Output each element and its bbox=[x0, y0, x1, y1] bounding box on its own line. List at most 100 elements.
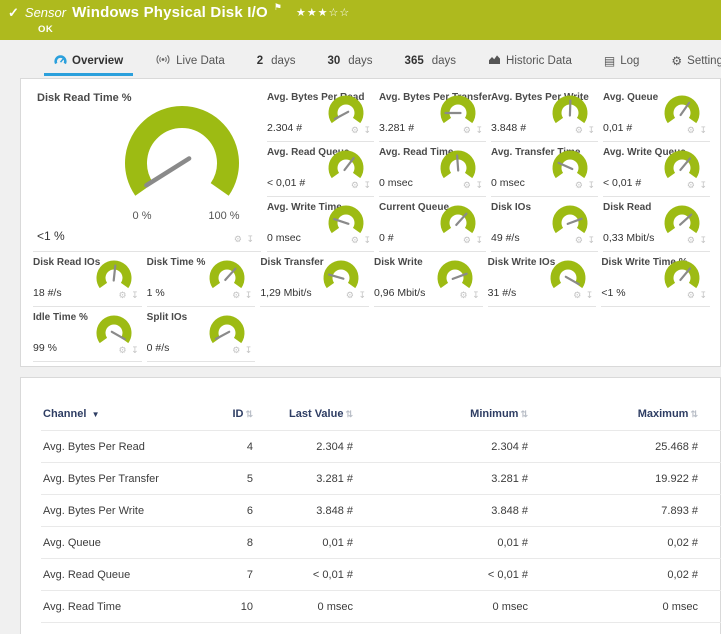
column-header-minimum[interactable]: Minimum⇅ bbox=[470, 408, 528, 420]
pin-icon[interactable]: ↧ bbox=[363, 180, 372, 190]
gear-icon[interactable]: ⚙ bbox=[573, 290, 582, 300]
area-chart-icon bbox=[488, 54, 501, 67]
gear-icon[interactable]: ⚙ bbox=[346, 290, 355, 300]
tab-30-days[interactable]: 30 days bbox=[317, 51, 382, 76]
gauge-value: 1 % bbox=[147, 287, 165, 299]
column-header-maximum[interactable]: Maximum⇅ bbox=[638, 408, 698, 420]
channel-minimum: < 0,01 # bbox=[359, 559, 534, 591]
pin-icon[interactable]: ↧ bbox=[587, 235, 596, 245]
pin-icon[interactable]: ↧ bbox=[587, 180, 596, 190]
rating-stars[interactable]: ★★★☆☆ bbox=[296, 6, 350, 19]
pin-icon[interactable]: ↧ bbox=[699, 125, 708, 135]
tab-label: Log bbox=[620, 55, 639, 67]
gear-icon[interactable]: ⚙ bbox=[351, 180, 360, 190]
tab-day-count: 30 bbox=[327, 55, 340, 67]
channel-maximum: 0,02 # bbox=[534, 559, 704, 591]
gear-icon[interactable]: ⚙ bbox=[575, 235, 584, 245]
channel-maximum: 0 msec bbox=[534, 623, 704, 634]
pin-icon[interactable]: ↧ bbox=[586, 290, 595, 300]
column-header-last-value[interactable]: Last Value⇅ bbox=[289, 408, 353, 420]
channel-minimum: 0 msec bbox=[359, 591, 534, 623]
tab-day-count: 2 bbox=[257, 55, 263, 67]
channel-name[interactable]: Avg. Queue bbox=[43, 537, 101, 549]
pin-icon[interactable]: ↧ bbox=[245, 345, 254, 355]
gauge-label: Split IOs bbox=[147, 312, 188, 323]
pin-icon[interactable]: ↧ bbox=[475, 180, 484, 190]
gear-icon[interactable]: ⚙ bbox=[687, 235, 696, 245]
gear-icon[interactable]: ⚙ bbox=[119, 290, 128, 300]
gauge-label: Disk Read bbox=[603, 202, 651, 213]
gear-icon[interactable]: ⚙ bbox=[351, 235, 360, 245]
pin-icon[interactable]: ↧ bbox=[246, 234, 255, 244]
gear-icon[interactable]: ⚙ bbox=[687, 180, 696, 190]
channel-last-value: 0 msec bbox=[259, 591, 359, 623]
pin-icon[interactable]: ↧ bbox=[587, 125, 596, 135]
broadcast-icon bbox=[155, 54, 171, 67]
pin-icon[interactable]: ↧ bbox=[699, 290, 708, 300]
gauge-tile: Disk Write 0,96 Mbit/s ⚙ ↧ bbox=[374, 252, 483, 307]
channel-last-value: 0,01 # bbox=[259, 527, 359, 559]
pin-icon[interactable]: ↧ bbox=[131, 345, 140, 355]
gauge-label: Avg. Queue bbox=[603, 92, 658, 103]
channel-name[interactable]: Avg. Bytes Per Write bbox=[43, 505, 144, 517]
channel-name[interactable]: Avg. Bytes Per Transfer bbox=[43, 473, 159, 485]
pin-icon[interactable]: ↧ bbox=[363, 235, 372, 245]
tab-2-days[interactable]: 2 days bbox=[247, 51, 306, 76]
gauge-value: 99 % bbox=[33, 342, 57, 354]
gauge-value: 1,29 Mbit/s bbox=[260, 287, 311, 299]
gear-icon[interactable]: ⚙ bbox=[687, 125, 696, 135]
tab-historic-data[interactable]: Historic Data bbox=[478, 50, 582, 76]
gauge-value: <1 % bbox=[37, 229, 65, 243]
channel-maximum: 25.468 # bbox=[534, 431, 704, 463]
gear-icon[interactable]: ⚙ bbox=[351, 125, 360, 135]
gear-icon[interactable]: ⚙ bbox=[460, 290, 469, 300]
pin-icon[interactable]: ↧ bbox=[131, 290, 140, 300]
channel-maximum: 0 msec bbox=[534, 591, 704, 623]
gauge-tile: Avg. Queue 0,01 # ⚙ ↧ bbox=[603, 87, 710, 142]
gear-icon[interactable]: ⚙ bbox=[463, 235, 472, 245]
channel-minimum: 0 msec bbox=[359, 623, 534, 634]
tab-overview[interactable]: Overview bbox=[44, 50, 133, 76]
column-header-channel[interactable]: Channel ▼ bbox=[43, 408, 100, 420]
channel-last-value: 3.281 # bbox=[259, 463, 359, 495]
gear-icon[interactable]: ⚙ bbox=[687, 290, 696, 300]
pin-icon[interactable]: ↧ bbox=[699, 180, 708, 190]
channel-last-value: < 0,01 # bbox=[259, 559, 359, 591]
tab-settings[interactable]: ⚙ Settings bbox=[661, 51, 721, 76]
gear-icon[interactable]: ⚙ bbox=[119, 345, 128, 355]
gauge-label: Idle Time % bbox=[33, 312, 88, 323]
gauge-tile-disk-read-time: Disk Read Time % 0 %100 % <1 % ⚙ ↧ bbox=[33, 87, 261, 252]
channel-name[interactable]: Avg. Bytes Per Read bbox=[43, 441, 145, 453]
gauge-tile: Disk Time % 1 % ⚙ ↧ bbox=[147, 252, 256, 307]
gear-icon[interactable]: ⚙ bbox=[232, 290, 241, 300]
gear-icon[interactable]: ⚙ bbox=[463, 125, 472, 135]
gauge-label: Disk IOs bbox=[491, 202, 531, 213]
gauge-value: 0,33 Mbit/s bbox=[603, 232, 654, 244]
sort-icon: ⇅ bbox=[520, 409, 528, 419]
channel-name[interactable]: Avg. Read Queue bbox=[43, 569, 130, 581]
gear-icon[interactable]: ⚙ bbox=[463, 180, 472, 190]
tab-log[interactable]: ▤ Log bbox=[594, 51, 650, 76]
pin-icon[interactable]: ↧ bbox=[475, 235, 484, 245]
pin-icon[interactable]: ↧ bbox=[699, 235, 708, 245]
channel-last-value: 2.304 # bbox=[259, 431, 359, 463]
pin-icon[interactable]: ↧ bbox=[358, 290, 367, 300]
gear-icon: ⚙ bbox=[671, 55, 682, 67]
gear-icon[interactable]: ⚙ bbox=[234, 234, 243, 244]
pin-icon[interactable]: ↧ bbox=[472, 290, 481, 300]
gear-icon[interactable]: ⚙ bbox=[575, 180, 584, 190]
gear-icon[interactable]: ⚙ bbox=[232, 345, 241, 355]
channel-minimum: 3.848 # bbox=[359, 495, 534, 527]
table-row: Avg. Bytes Per Read 4 2.304 # 2.304 # 25… bbox=[41, 431, 721, 463]
channel-table: Channel ▼ ID⇅ Last Value⇅ Minimum⇅ Maxim… bbox=[41, 404, 721, 634]
column-header-id[interactable]: ID⇅ bbox=[232, 408, 253, 420]
gear-icon[interactable]: ⚙ bbox=[575, 125, 584, 135]
pin-icon[interactable]: ↧ bbox=[245, 290, 254, 300]
pin-icon[interactable]: ↧ bbox=[363, 125, 372, 135]
channel-name[interactable]: Avg. Read Time bbox=[43, 601, 121, 613]
tab-365-days[interactable]: 365 days bbox=[395, 51, 466, 76]
tab-live-data[interactable]: Live Data bbox=[145, 50, 235, 76]
flag-icon[interactable]: ⚑ bbox=[274, 2, 282, 13]
pin-icon[interactable]: ↧ bbox=[475, 125, 484, 135]
gauge-label: Disk Time % bbox=[147, 257, 206, 268]
